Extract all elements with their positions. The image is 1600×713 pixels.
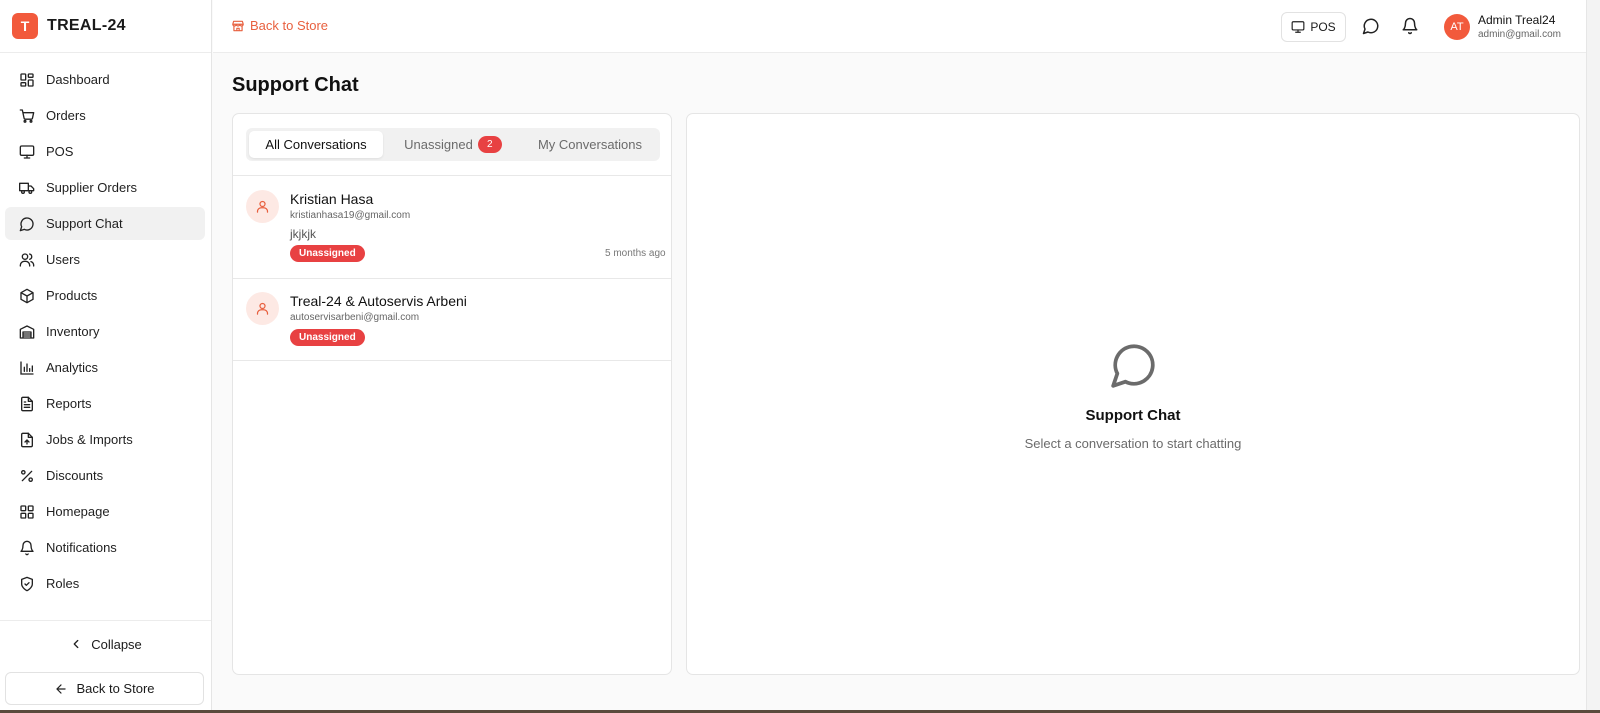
back-to-store-link[interactable]: Back to Store — [231, 18, 328, 33]
topbar: Back to Store POS AT Admin Treal24 admin… — [213, 0, 1600, 53]
tab-my-conversations[interactable]: My Conversations — [523, 131, 657, 158]
chat-icon — [19, 216, 34, 231]
store-icon — [232, 20, 244, 31]
sidebar-item-label: Inventory — [46, 324, 100, 339]
brand-name: TREAL-24 — [47, 17, 126, 34]
sidebar-item-label: Analytics — [46, 360, 99, 375]
user-name[interactable]: Admin Treal24 — [1478, 13, 1555, 27]
back-to-store-label: Back to Store — [250, 18, 329, 33]
sidebar-item-discounts[interactable]: Discounts — [5, 459, 205, 492]
package-icon — [20, 288, 34, 303]
sidebar: T TREAL-24 Dashboard Orders POS Supplier… — [0, 0, 212, 713]
pos-label: POS — [1310, 20, 1336, 34]
sidebar-item-analytics[interactable]: Analytics — [5, 351, 205, 384]
brand[interactable]: T TREAL-24 — [0, 0, 211, 53]
sidebar-item-inventory[interactable]: Inventory — [5, 315, 205, 348]
collapse-button[interactable]: Collapse — [0, 620, 211, 667]
message-icon[interactable] — [1362, 17, 1380, 35]
sidebar-item-label: Reports — [46, 396, 92, 411]
conversation-avatar — [246, 190, 279, 223]
cart-icon — [19, 108, 35, 123]
sidebar-item-pos[interactable]: POS — [5, 135, 205, 168]
conversation-time: 5 months ago — [605, 248, 666, 259]
file-text-icon — [21, 396, 33, 411]
sidebar-item-label: Roles — [46, 576, 80, 591]
sidebar-item-notifications[interactable]: Notifications — [5, 531, 205, 564]
conversation-email: autoservisarbeni@gmail.com — [290, 312, 420, 323]
sidebar-item-dashboard[interactable]: Dashboard — [5, 63, 205, 96]
status-badge: Unassigned — [290, 329, 365, 346]
sidebar-item-label: POS — [46, 144, 74, 159]
users-icon — [19, 252, 35, 267]
tab-all-conversations[interactable]: All Conversations — [249, 131, 383, 158]
sidebar-item-label: Notifications — [46, 540, 117, 555]
sidebar-item-users[interactable]: Users — [5, 243, 205, 276]
user-icon — [256, 200, 269, 213]
bell-icon[interactable] — [1401, 17, 1419, 35]
monitor-icon — [19, 144, 35, 159]
user-avatar[interactable]: AT — [1444, 14, 1470, 40]
conversation-last-message: jkjkjk — [290, 227, 316, 241]
page-scrollbar[interactable] — [1586, 0, 1600, 713]
sidebar-item-label: Orders — [46, 108, 86, 123]
sidebar-item-label: Homepage — [46, 504, 110, 519]
chat-bubble-icon — [1111, 344, 1155, 388]
truck-icon — [19, 182, 35, 194]
sidebar-item-orders[interactable]: Orders — [5, 99, 205, 132]
sidebar-item-label: Support Chat — [46, 216, 123, 231]
page-title: Support Chat — [232, 74, 359, 96]
conversation-avatar — [246, 292, 279, 325]
conversation-item[interactable]: Treal-24 & Autoservis Arbeni autoservisa… — [233, 278, 671, 361]
file-upload-icon — [21, 432, 33, 447]
chat-panel: Support Chat Select a conversation to st… — [686, 113, 1580, 675]
percent-icon — [21, 469, 33, 482]
dashboard-icon — [20, 72, 34, 87]
user-icon — [256, 302, 269, 315]
sidebar-item-label: Supplier Orders — [46, 180, 138, 195]
empty-state-title: Support Chat — [1085, 407, 1181, 424]
sidebar-back-label: Back to Store — [76, 681, 155, 696]
sidebar-item-label: Jobs & Imports — [46, 432, 133, 447]
pos-button[interactable]: POS — [1281, 12, 1346, 42]
sidebar-item-supplier-orders[interactable]: Supplier Orders — [5, 171, 205, 204]
sidebar-item-products[interactable]: Products — [5, 279, 205, 312]
conversation-name: Treal-24 & Autoservis Arbeni — [290, 293, 467, 309]
collapse-label: Collapse — [91, 636, 142, 652]
empty-state-subtitle: Select a conversation to start chatting — [1024, 436, 1242, 451]
conversation-list-panel: All Conversations Unassigned 2 My Conver… — [232, 113, 672, 675]
sidebar-item-label: Dashboard — [46, 72, 110, 87]
sidebar-item-jobs-imports[interactable]: Jobs & Imports — [5, 423, 205, 456]
sidebar-nav: Dashboard Orders POS Supplier Orders Sup… — [0, 53, 211, 600]
conversation-item[interactable]: Kristian Hasa kristianhasa19@gmail.com j… — [233, 175, 671, 262]
sidebar-item-support-chat[interactable]: Support Chat — [5, 207, 205, 240]
layout-grid-icon — [20, 504, 34, 519]
user-email: admin@gmail.com — [1478, 29, 1561, 40]
sidebar-item-label: Products — [46, 288, 98, 303]
sidebar-item-label: Discounts — [46, 468, 104, 483]
status-badge: Unassigned — [290, 245, 365, 262]
conversation-tabs: All Conversations Unassigned 2 My Conver… — [246, 128, 660, 161]
conversation-email: kristianhasa19@gmail.com — [290, 210, 411, 221]
warehouse-icon — [19, 324, 35, 339]
tab-unassigned[interactable]: Unassigned 2 — [387, 131, 519, 158]
bar-chart-icon — [20, 360, 34, 375]
shield-icon — [21, 576, 33, 591]
chevron-left-icon — [73, 639, 79, 649]
brand-logo: T — [12, 13, 38, 39]
unassigned-count-badge: 2 — [477, 136, 502, 153]
sidebar-item-reports[interactable]: Reports — [5, 387, 205, 420]
sidebar-item-label: Users — [46, 252, 80, 267]
bell-icon — [20, 540, 34, 555]
sidebar-item-roles[interactable]: Roles — [5, 567, 205, 600]
tab-unassigned-label: Unassigned — [404, 137, 473, 152]
sidebar-back-to-store-button[interactable]: Back to Store — [5, 672, 204, 705]
arrow-left-icon — [56, 683, 67, 694]
sidebar-item-homepage[interactable]: Homepage — [5, 495, 205, 528]
monitor-icon — [1291, 21, 1305, 33]
conversation-name: Kristian Hasa — [290, 191, 374, 207]
